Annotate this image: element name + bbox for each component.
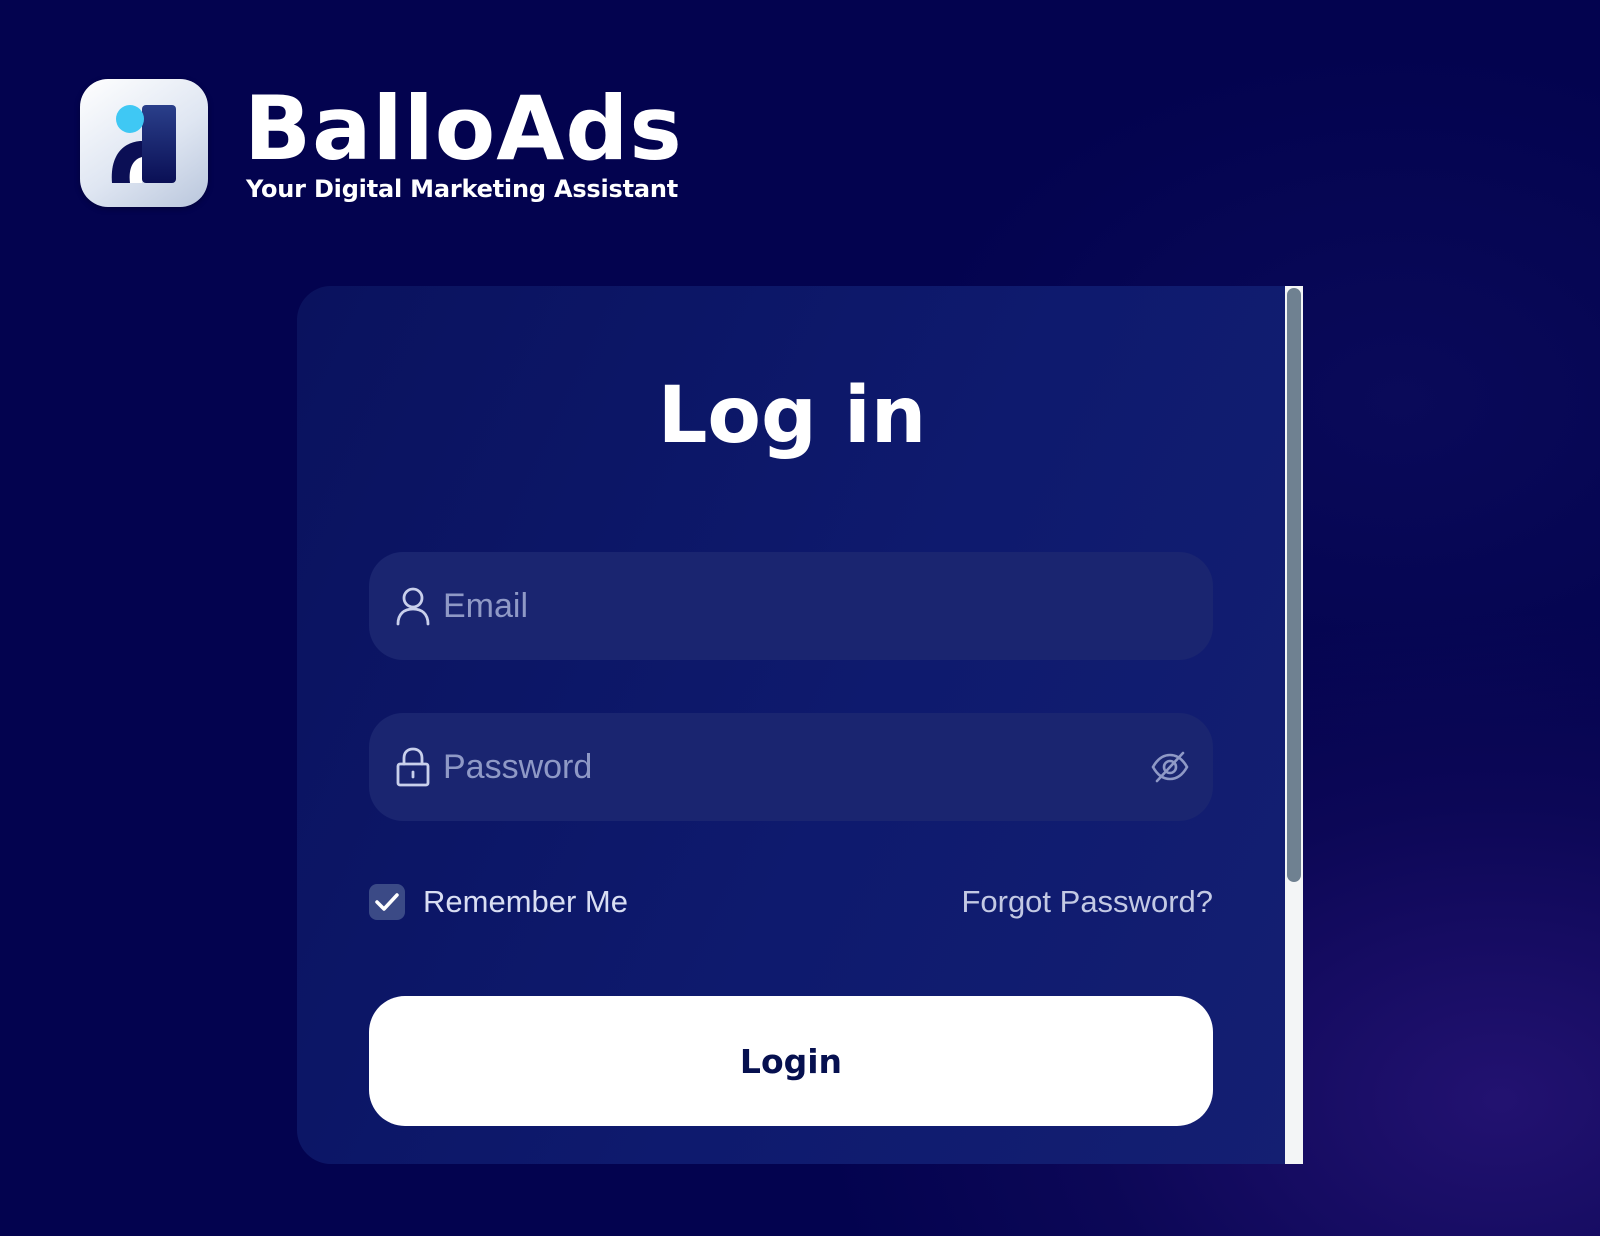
password-field-container: [369, 713, 1213, 821]
remember-me-label[interactable]: Remember Me: [423, 882, 628, 922]
email-field-container: [369, 552, 1213, 660]
balloads-logo-icon: [80, 79, 208, 207]
checkmark-icon: [375, 893, 399, 911]
email-input[interactable]: [443, 552, 1133, 660]
scrollbar-thumb[interactable]: [1287, 288, 1301, 882]
brand-text: BalloAds Your Digital Marketing Assistan…: [244, 77, 683, 204]
brand-logo: BalloAds Your Digital Marketing Assistan…: [80, 79, 683, 207]
forgot-password-link[interactable]: Forgot Password?: [961, 882, 1213, 922]
login-options: Remember Me Forgot Password?: [369, 882, 1213, 922]
eye-off-icon[interactable]: [1151, 749, 1189, 785]
brand-tagline: Your Digital Marketing Assistant: [246, 175, 679, 203]
login-card: Log in Remember Me Forgot Password? Log: [297, 286, 1303, 1164]
user-icon: [396, 587, 430, 626]
login-button[interactable]: Login: [369, 996, 1213, 1126]
brand-name: BalloAds: [244, 77, 683, 180]
lock-icon: [396, 747, 430, 787]
password-input[interactable]: [443, 713, 1133, 821]
page-title: Log in: [657, 371, 927, 461]
remember-me-checkbox[interactable]: [369, 884, 405, 920]
scrollbar[interactable]: [1285, 286, 1303, 1164]
